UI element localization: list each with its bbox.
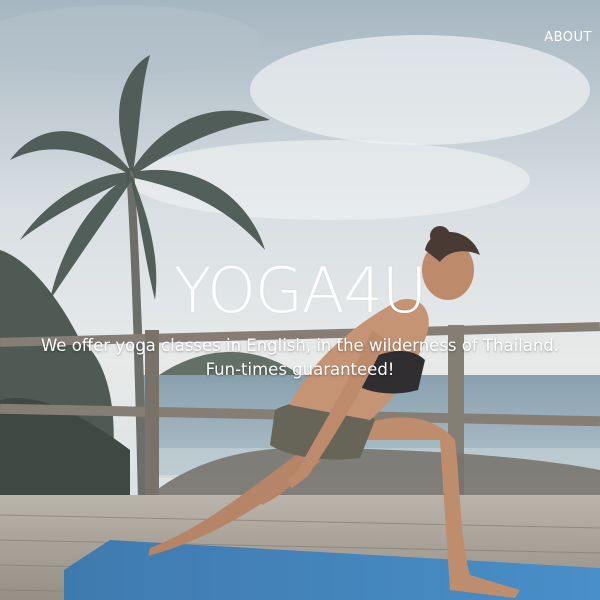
tagline-line-1: We offer yoga classes in English, in the… — [40, 335, 560, 355]
hero-tagline: We offer yoga classes in English, in the… — [0, 334, 600, 382]
top-nav: ABOUT — [544, 26, 592, 45]
nav-link-about[interactable]: ABOUT — [544, 30, 592, 45]
hero-section: ABOUT YOGA4U We offer yoga classes in En… — [0, 0, 600, 600]
tagline-line-2: Fun-times guaranteed! — [205, 359, 395, 379]
site-title: YOGA4U — [173, 253, 428, 327]
